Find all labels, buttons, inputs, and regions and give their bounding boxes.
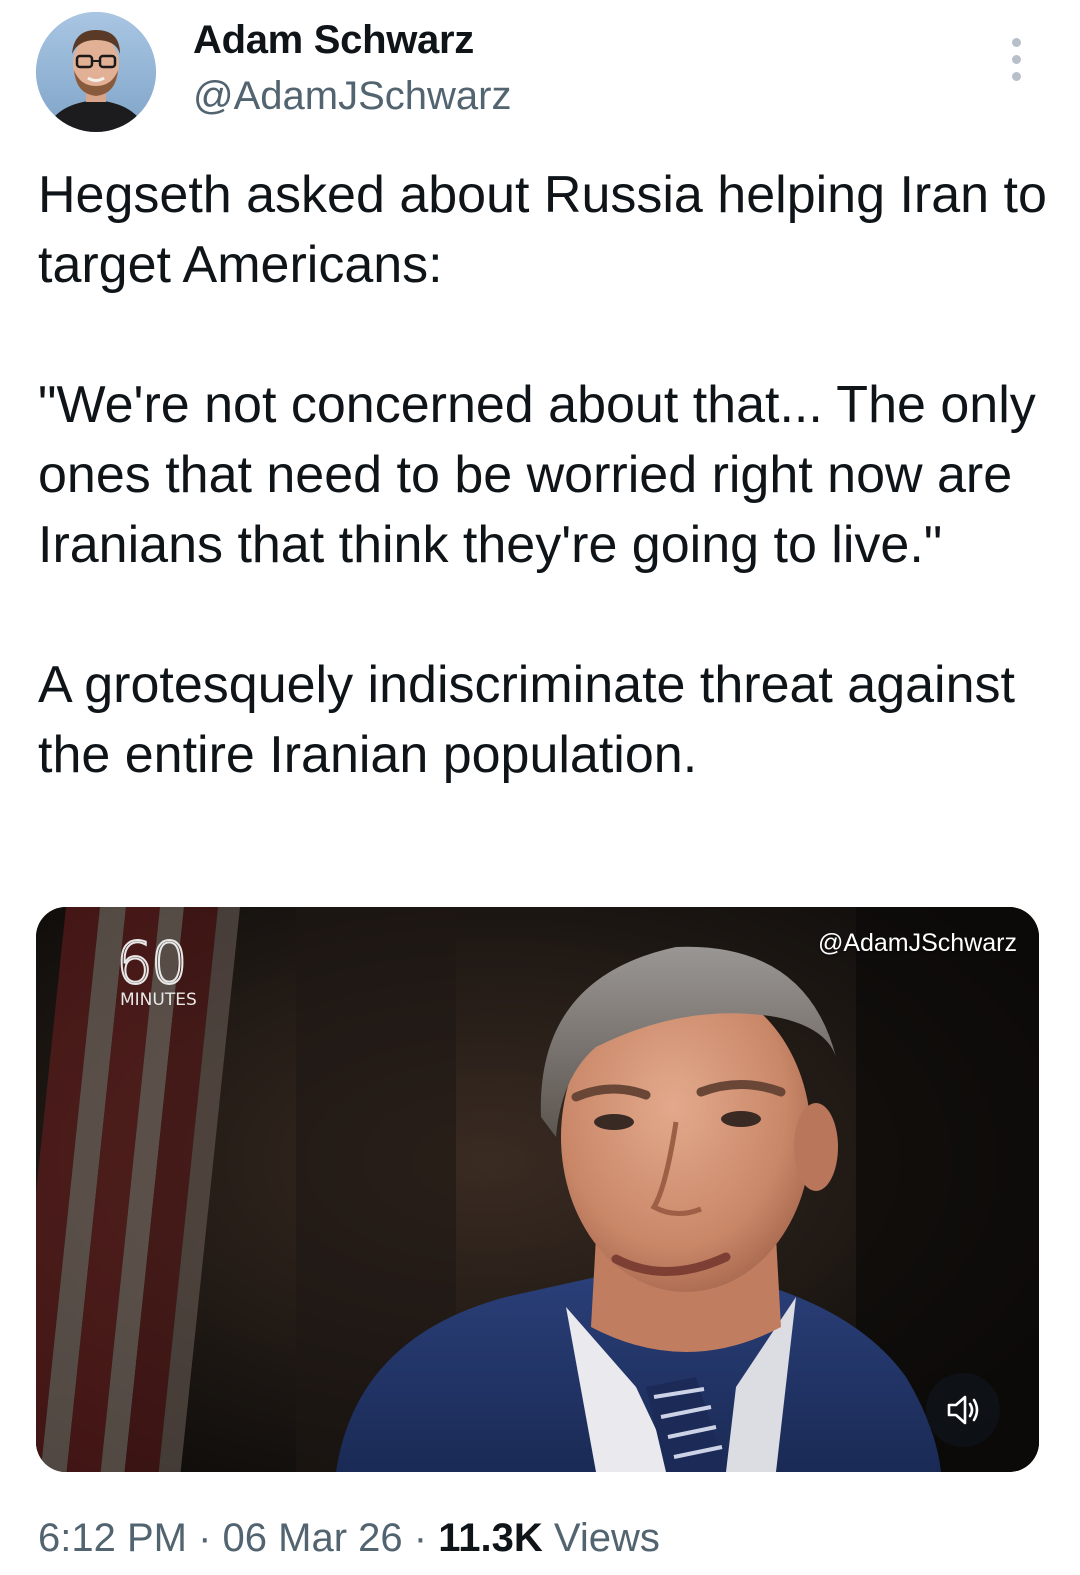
author-handle[interactable]: @AdamJSchwarz (193, 72, 511, 120)
tweet-date[interactable]: 06 Mar 26 (223, 1516, 403, 1560)
author-avatar[interactable] (36, 12, 156, 132)
more-vertical-icon (1011, 54, 1021, 64)
author-display-name[interactable]: Adam Schwarz (193, 16, 474, 64)
speaker-muted-icon (947, 1395, 979, 1425)
sixty-minutes-logo: 60 MINUTES (115, 929, 197, 1010)
tweet-time[interactable]: 6:12 PM (38, 1516, 187, 1560)
views-label: Views (553, 1516, 660, 1560)
video-player[interactable]: 60 MINUTES @AdamJSchwarz (36, 907, 1039, 1472)
video-watermark: @AdamJSchwarz (817, 929, 1017, 957)
tweet-paragraph: Hegseth asked about Russia helping Iran … (38, 166, 1047, 294)
more-vertical-icon (1011, 37, 1021, 47)
tweet-paragraph: A grotesquely indiscriminate threat agai… (38, 656, 1015, 784)
tweet-meta: 6:12 PM · 06 Mar 26 · 11.3K Views (38, 1512, 660, 1564)
more-options-button[interactable] (996, 34, 1036, 84)
tweet: Adam Schwarz @AdamJSchwarz Hegseth asked… (0, 0, 1080, 1575)
meta-separator: · (198, 1516, 212, 1560)
views-count[interactable]: 11.3K (438, 1516, 543, 1560)
logo-number: 60 (115, 929, 189, 997)
tweet-text: Hegseth asked about Russia helping Iran … (38, 160, 1048, 790)
logo-word: MINUTES (120, 990, 197, 1010)
mute-button[interactable] (926, 1373, 1000, 1447)
avatar-image (36, 12, 156, 132)
more-vertical-icon (1011, 71, 1021, 81)
tweet-paragraph: "We're not concerned about that... The o… (38, 376, 1036, 574)
meta-separator: · (413, 1516, 428, 1560)
